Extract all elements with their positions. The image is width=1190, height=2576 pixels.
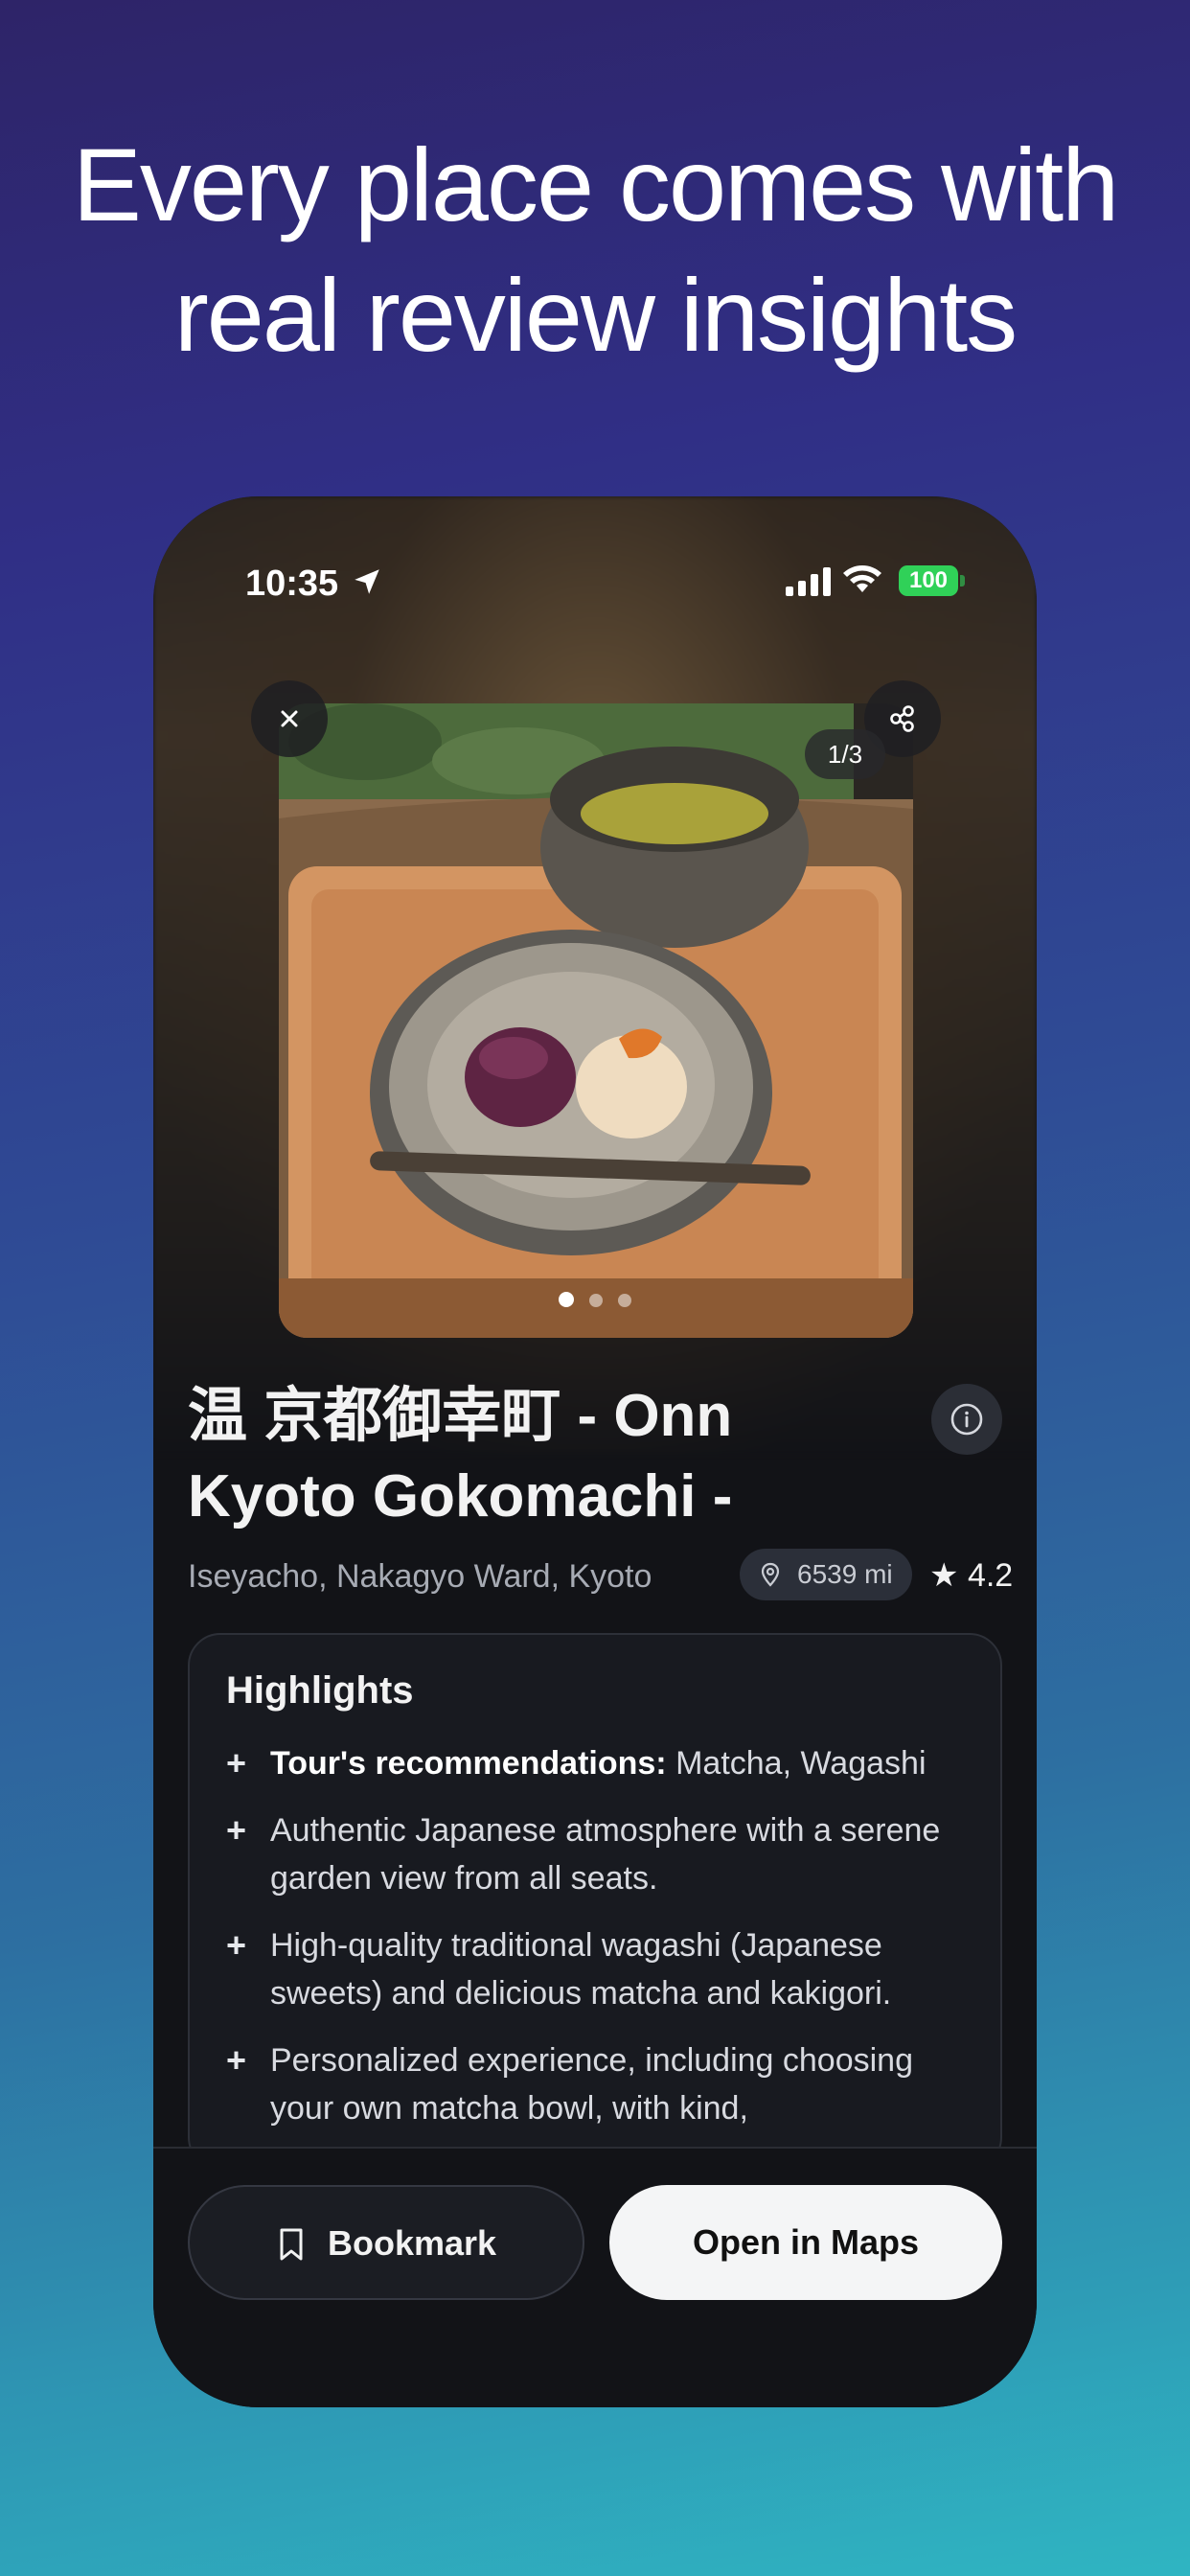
place-address: Iseyacho, Nakagyo Ward, Kyoto: [188, 1558, 652, 1595]
photo-counter: 1/3: [805, 729, 885, 779]
plus-icon: +: [226, 1743, 247, 1782]
highlight-text: Personalized experience, including choos…: [270, 2042, 913, 2127]
phone-screen: 10:35 100 1/3 温 京都御幸町 - Onn Kyoto Gokoma…: [153, 496, 1037, 2407]
highlight-bold: Tour's recommendations:: [270, 1745, 667, 1782]
signal-icon: [786, 567, 831, 596]
close-button[interactable]: [251, 680, 328, 757]
place-meta: Iseyacho, Nakagyo Ward, Kyoto 6539 mi ★ …: [188, 1549, 1013, 1606]
bookmark-icon: [280, 2228, 303, 2261]
bottom-action-bar: Bookmark Open in Maps: [153, 2147, 1037, 2407]
info-button[interactable]: [931, 1384, 1002, 1455]
matcha-wagashi-photo: [279, 703, 913, 1338]
bookmark-label: Bookmark: [328, 2223, 497, 2263]
carousel-dot[interactable]: [589, 1294, 603, 1307]
battery-indicator: 100: [899, 565, 958, 596]
plus-icon: +: [226, 1810, 247, 1850]
info-icon: [950, 1403, 983, 1436]
headline: Every place comes with real review insig…: [0, 120, 1190, 380]
distance-value: 6539 mi: [797, 1559, 893, 1589]
carousel-dot[interactable]: [618, 1294, 632, 1307]
status-time: 10:35: [245, 564, 339, 604]
highlight-item: + Personalized experience, including cho…: [226, 2036, 964, 2132]
plus-icon: +: [226, 1925, 247, 1965]
highlight-text: Authentic Japanese atmosphere with a ser…: [270, 1812, 941, 1897]
location-arrow-icon: [355, 569, 379, 594]
highlight-item: + High-quality traditional wagashi (Japa…: [226, 1921, 964, 2017]
distance-badge: 6539 mi: [740, 1549, 912, 1600]
star-icon: ★: [929, 1557, 959, 1594]
wifi-icon: [843, 565, 881, 592]
open-in-maps-button[interactable]: Open in Maps: [609, 2185, 1002, 2300]
share-icon: [890, 705, 914, 732]
status-bar: 10:35 100: [153, 544, 1037, 621]
place-title: 温 京都御幸町 - Onn Kyoto Gokomachi -: [188, 1383, 733, 1530]
highlight-item: + Tour's recommendations: Matcha, Wagash…: [226, 1739, 964, 1787]
carousel-dot[interactable]: [558, 1292, 574, 1307]
battery-cap: [960, 575, 965, 586]
rating-value: 4.2: [967, 1557, 1014, 1594]
headline-line-2: real review insights: [173, 257, 1018, 373]
carousel-dots: [153, 1292, 1037, 1312]
highlight-text: Matcha, Wagashi: [666, 1745, 927, 1782]
highlights-title: Highlights: [226, 1669, 414, 1712]
plus-icon: +: [226, 2040, 247, 2080]
headline-line-1: Every place comes with: [72, 126, 1119, 242]
pin-icon: [761, 1562, 780, 1587]
rating: ★ 4.2: [929, 1556, 1013, 1595]
highlight-text: High-quality traditional wagashi (Japane…: [270, 1927, 892, 2012]
place-photo[interactable]: [279, 703, 913, 1338]
bookmark-button[interactable]: Bookmark: [188, 2185, 584, 2300]
highlight-item: + Authentic Japanese atmosphere with a s…: [226, 1806, 964, 1902]
close-icon: [281, 710, 298, 727]
highlights-card: Highlights + Tour's recommendations: Mat…: [188, 1633, 1002, 2170]
